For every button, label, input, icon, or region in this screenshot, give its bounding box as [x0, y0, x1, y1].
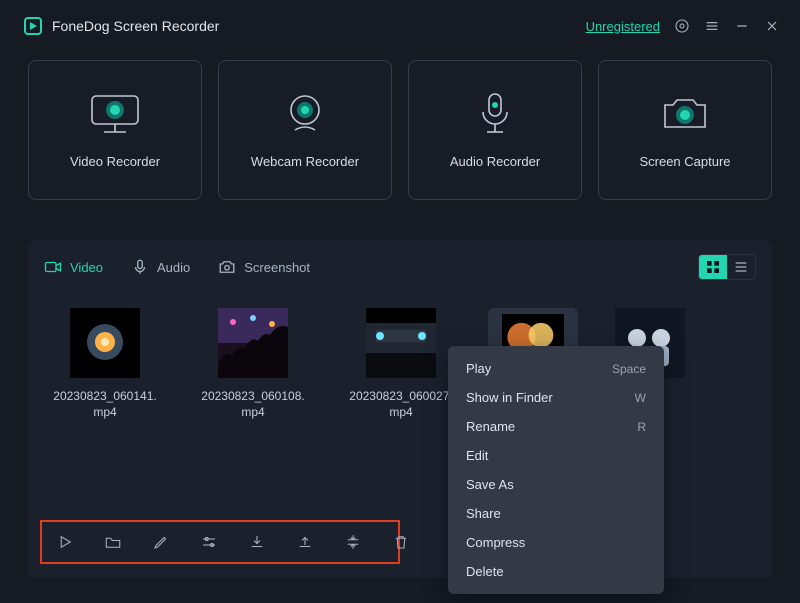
library-tabs-row: Video Audio Screenshot — [44, 254, 756, 280]
tab-audio[interactable]: Audio — [131, 258, 190, 276]
minimize-icon[interactable] — [734, 18, 750, 34]
menu-item-play[interactable]: Play Space — [448, 354, 664, 383]
title-left: FoneDog Screen Recorder — [24, 17, 219, 35]
mode-label: Audio Recorder — [450, 154, 540, 169]
mode-audio-recorder[interactable]: Audio Recorder — [408, 60, 582, 200]
menu-item-label: Compress — [466, 535, 525, 550]
menu-item-shortcut: Space — [612, 362, 646, 376]
menu-item-compress[interactable]: Compress — [448, 528, 664, 557]
pencil-icon[interactable] — [152, 532, 170, 552]
titlebar: FoneDog Screen Recorder Unregistered — [0, 0, 800, 52]
tab-label: Screenshot — [244, 260, 310, 275]
trash-icon[interactable] — [392, 532, 410, 552]
play-icon[interactable] — [56, 532, 74, 552]
title-right: Unregistered — [586, 18, 780, 34]
close-icon[interactable] — [764, 18, 780, 34]
menu-icon[interactable] — [704, 18, 720, 34]
menu-item-label: Share — [466, 506, 501, 521]
camera-icon — [659, 92, 711, 136]
compress-icon[interactable] — [344, 532, 362, 552]
menu-item-label: Show in Finder — [466, 390, 553, 405]
bottom-toolbar — [40, 520, 400, 564]
app-title: FoneDog Screen Recorder — [52, 18, 219, 34]
menu-item-shortcut: W — [635, 391, 646, 405]
thumbnail-item[interactable]: 20230823_060108.mp4 — [198, 308, 308, 426]
mode-video-recorder[interactable]: Video Recorder — [28, 60, 202, 200]
menu-item-show-in-finder[interactable]: Show in Finder W — [448, 383, 664, 412]
mode-screen-capture[interactable]: Screen Capture — [598, 60, 772, 200]
menu-item-label: Save As — [466, 477, 514, 492]
thumbnail-image — [218, 308, 288, 378]
monitor-record-icon — [86, 92, 144, 136]
thumbnail-item[interactable]: 20230823_060141.mp4 — [50, 308, 160, 426]
thumbnail-filename: 20230823_060027.mp4 — [346, 388, 456, 420]
menu-item-label: Rename — [466, 419, 515, 434]
webcam-icon — [281, 92, 329, 136]
download-icon[interactable] — [248, 532, 266, 552]
tab-video[interactable]: Video — [44, 258, 103, 276]
view-toggle — [698, 254, 756, 280]
thumbnail-filename: 20230823_060141.mp4 — [50, 388, 160, 420]
menu-item-save-as[interactable]: Save As — [448, 470, 664, 499]
view-grid-button[interactable] — [699, 255, 727, 279]
tab-label: Video — [70, 260, 103, 275]
thumbnail-filename: 20230823_060108.mp4 — [198, 388, 308, 420]
unregistered-link[interactable]: Unregistered — [586, 19, 660, 34]
modes-row: Video Recorder Webcam Recorder Audio Rec… — [0, 52, 800, 210]
mic-icon — [475, 92, 515, 136]
view-list-button[interactable] — [727, 255, 755, 279]
thumbnail-image — [366, 308, 436, 378]
thumbnail-item[interactable]: 20230823_060027.mp4 — [346, 308, 456, 426]
context-menu: Play Space Show in Finder W Rename R Edi… — [448, 346, 664, 594]
tab-label: Audio — [157, 260, 190, 275]
menu-item-label: Play — [466, 361, 491, 376]
app-logo-icon — [24, 17, 42, 35]
thumbnail-image — [70, 308, 140, 378]
mode-label: Webcam Recorder — [251, 154, 359, 169]
menu-item-shortcut: R — [637, 420, 646, 434]
mode-label: Screen Capture — [639, 154, 730, 169]
mode-webcam-recorder[interactable]: Webcam Recorder — [218, 60, 392, 200]
menu-item-share[interactable]: Share — [448, 499, 664, 528]
menu-item-label: Delete — [466, 564, 504, 579]
mode-label: Video Recorder — [70, 154, 160, 169]
share-icon[interactable] — [296, 532, 314, 552]
gear-icon[interactable] — [674, 18, 690, 34]
menu-item-edit[interactable]: Edit — [448, 441, 664, 470]
sliders-icon[interactable] — [200, 532, 218, 552]
menu-item-rename[interactable]: Rename R — [448, 412, 664, 441]
menu-item-label: Edit — [466, 448, 488, 463]
menu-item-delete[interactable]: Delete — [448, 557, 664, 586]
tab-screenshot[interactable]: Screenshot — [218, 258, 310, 276]
folder-icon[interactable] — [104, 532, 122, 552]
